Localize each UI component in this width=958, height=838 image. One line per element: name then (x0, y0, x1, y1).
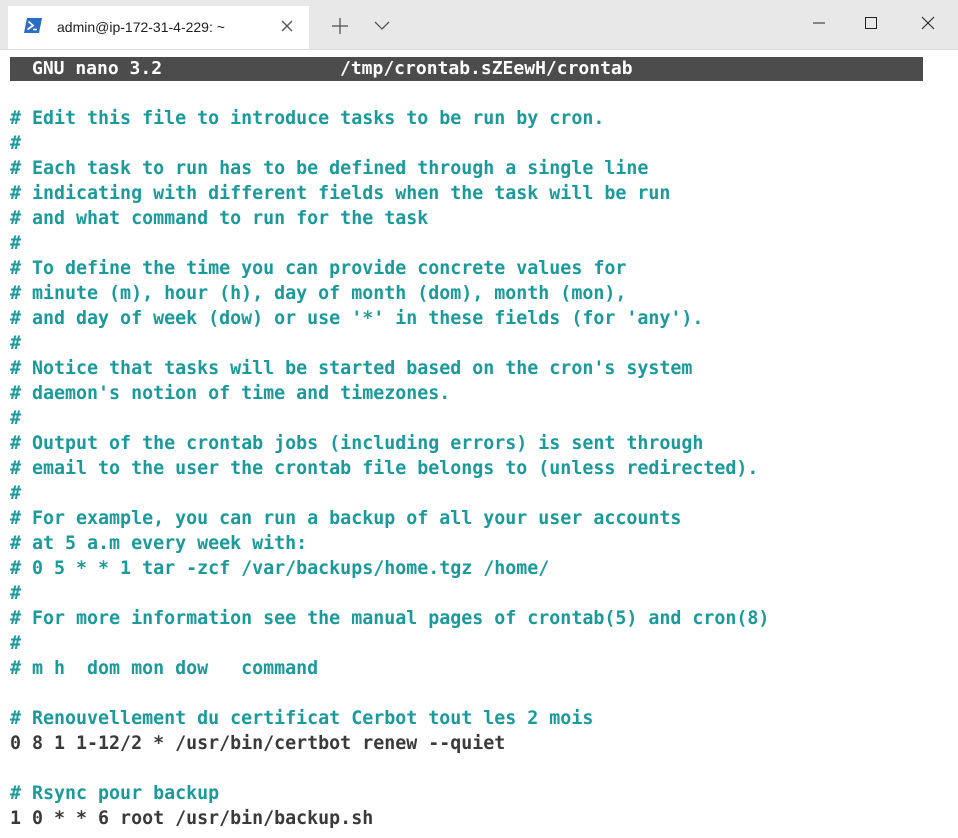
comment-line: # (10, 233, 22, 254)
powershell-icon (24, 18, 42, 33)
comment-line: # (10, 633, 22, 654)
terminal-window: admin@ip-172-31-4-229: ~ GNU nano 3.2 /t… (0, 0, 958, 838)
maximize-button[interactable] (849, 8, 893, 38)
maximize-icon (865, 17, 877, 29)
editor-buffer[interactable]: # Edit this file to introduce tasks to b… (10, 106, 950, 831)
comment-line: # m h dom mon dow command (10, 658, 319, 679)
comment-line: # Notice that tasks will be started base… (10, 358, 693, 379)
comment-line: # email to the user the crontab file bel… (10, 458, 759, 479)
comment-line: # (10, 133, 22, 154)
terminal-area[interactable]: GNU nano 3.2 /tmp/crontab.sZEewH/crontab… (0, 50, 958, 838)
comment-line: # For example, you can run a backup of a… (10, 508, 682, 529)
comment-line: # indicating with different fields when … (10, 183, 671, 204)
comment-line: # To define the time you can provide con… (10, 258, 627, 279)
comment-line: # and day of week (dow) or use '*' in th… (10, 308, 704, 329)
comment-line: # (10, 583, 22, 604)
chevron-down-icon[interactable] (373, 16, 391, 34)
close-tab-icon[interactable] (279, 18, 295, 34)
comment-line: # (10, 483, 22, 504)
comment-line: # Output of the crontab jobs (including … (10, 433, 704, 454)
minimize-icon (813, 22, 825, 24)
close-window-button[interactable] (906, 8, 950, 38)
tab-title: admin@ip-172-31-4-229: ~ (57, 19, 225, 35)
nano-version: GNU nano 3.2 (32, 58, 163, 79)
tab-terminal[interactable]: admin@ip-172-31-4-229: ~ (8, 6, 309, 49)
comment-line: # daemon's notion of time and timezones. (10, 383, 451, 404)
title-bar: admin@ip-172-31-4-229: ~ (0, 0, 958, 50)
nano-header-bar: GNU nano 3.2 /tmp/crontab.sZEewH/crontab (10, 57, 923, 81)
comment-line: # Edit this file to introduce tasks to b… (10, 108, 605, 129)
code-line: 1 0 * * 6 root /usr/bin/backup.sh (10, 808, 374, 829)
comment-line: # For more information see the manual pa… (10, 608, 770, 629)
comment-line: # Each task to run has to be defined thr… (10, 158, 649, 179)
nano-filename: /tmp/crontab.sZEewH/crontab (340, 58, 633, 79)
comment-line: # (10, 333, 22, 354)
comment-line: # Renouvellement du certificat Cerbot to… (10, 708, 594, 729)
comment-line: # and what command to run for the task (10, 208, 429, 229)
comment-line: # minute (m), hour (h), day of month (do… (10, 283, 627, 304)
code-line: 0 8 1 1-12/2 * /usr/bin/certbot renew --… (10, 733, 506, 754)
close-icon (921, 16, 935, 30)
comment-line: # Rsync pour backup (10, 783, 220, 804)
comment-line: # (10, 408, 22, 429)
comment-line: # 0 5 * * 1 tar -zcf /var/backups/home.t… (10, 558, 550, 579)
new-tab-plus-icon[interactable] (330, 16, 350, 36)
minimize-button[interactable] (797, 8, 841, 38)
comment-line: # at 5 a.m every week with: (10, 533, 308, 554)
